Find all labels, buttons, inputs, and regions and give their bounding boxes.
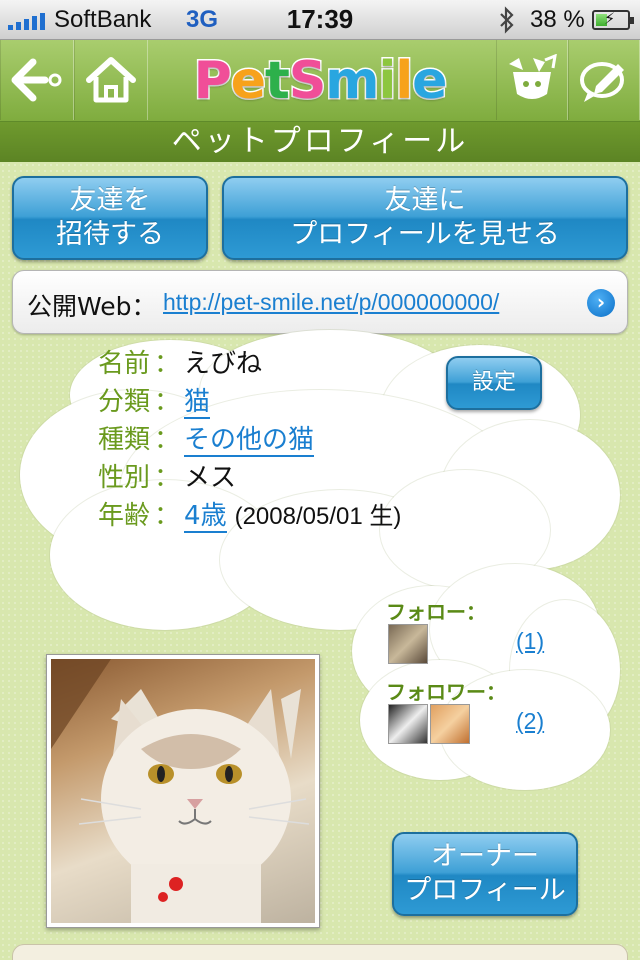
nav-bar: PetSmile [0,40,640,122]
invite-friends-button[interactable]: 友達を 招待する [12,176,208,260]
follow-label: フォロー： [386,600,486,624]
profile-sep: ： [154,463,181,493]
cat-friends-icon [509,54,557,99]
profile-key: 性別 [98,463,151,493]
public-web-link[interactable]: http://pet-smile.net/p/000000000/ [163,289,499,316]
public-web-row[interactable]: 公開Web： http://pet-smile.net/p/000000000/… [12,270,628,334]
profile-value-link[interactable]: その他の猫 [184,425,315,457]
profile-row: 性別：メス [98,459,401,497]
profile-key: 年齢 [98,501,151,531]
bluetooth-icon [498,6,516,40]
logo-letter: t [263,50,291,113]
home-icon [86,57,136,103]
profile-value: メス [184,463,237,493]
profile-sep: ： [154,387,181,417]
profile-sep: ： [154,425,181,455]
follower-count-link[interactable]: (2) [516,708,544,735]
profile-row: 名前：えびね [98,345,401,383]
follow-thumb[interactable] [388,624,428,664]
friends-button[interactable] [496,40,568,120]
profile-sep: ： [154,349,181,379]
cat-illustration [51,659,310,923]
battery-percent: 38 % [530,6,585,33]
follower-thumb-2[interactable] [430,704,470,744]
logo-letter: i [377,50,398,113]
chevron-right-icon[interactable]: › [587,289,615,317]
owner-line1: オーナー [431,841,539,872]
profile-row: 年齢： 4歳 (2008/05/01 生) [98,497,401,535]
write-button[interactable] [568,40,640,120]
follower-label: フォロワー： [386,680,506,704]
show-line2: プロフィールを見せる [290,219,560,250]
home-button[interactable] [74,40,148,120]
profile-info: 名前：えびね 分類：猫種類：その他の猫 性別：メス 年齢： 4歳 (2008/05/01 … [98,345,401,535]
bottom-panel [12,944,628,960]
back-arrow-icon [11,58,62,102]
battery-icon: ⚡ [592,9,634,30]
pet-photo-image [51,659,315,923]
profile-value: えびね [184,349,263,379]
owner-line2: プロフィール [404,875,566,906]
logo-letter: e [411,50,449,113]
profile-sep: ： [154,501,181,531]
speech-pencil-icon [580,62,624,102]
follow-count-link[interactable]: (1) [516,628,544,655]
profile-row: 種類：その他の猫 [98,421,401,459]
profile-value-link[interactable]: 4歳 [184,501,227,533]
show-profile-button[interactable]: 友達に プロフィールを見せる [222,176,628,260]
owner-profile-button[interactable]: オーナー プロフィール [392,832,578,916]
logo-letter: S [287,50,328,113]
profile-row: 分類：猫 [98,383,401,421]
logo-letter: e [229,50,267,113]
pet-photo [46,654,320,928]
logo-letter: m [324,50,381,113]
logo-letter: P [192,50,233,113]
settings-button[interactable]: 設定 [446,356,542,410]
show-line1: 友達に [384,185,466,216]
public-web-label: 公開Web： [27,292,157,321]
petsmile-logo: PetSmile [150,46,490,116]
profile-key: 名前 [98,349,151,379]
follower-thumb-1[interactable] [388,704,428,744]
profile-key: 種類 [98,425,151,455]
profile-value-link[interactable]: 猫 [184,387,211,419]
status-bar: SoftBank 3G 17:39 38 % ⚡ [0,0,640,40]
logo-letter: l [394,50,415,113]
birthdate: (2008/05/01 生) [234,503,402,530]
back-button[interactable] [0,40,74,120]
settings-label: 設定 [471,370,516,395]
charging-bolt-icon: ⚡ [604,9,616,28]
invite-line1: 友達を [69,185,151,216]
profile-key: 分類 [98,387,151,417]
invite-line2: 招待する [56,219,164,250]
page-title: ペットプロフィール [0,122,640,162]
